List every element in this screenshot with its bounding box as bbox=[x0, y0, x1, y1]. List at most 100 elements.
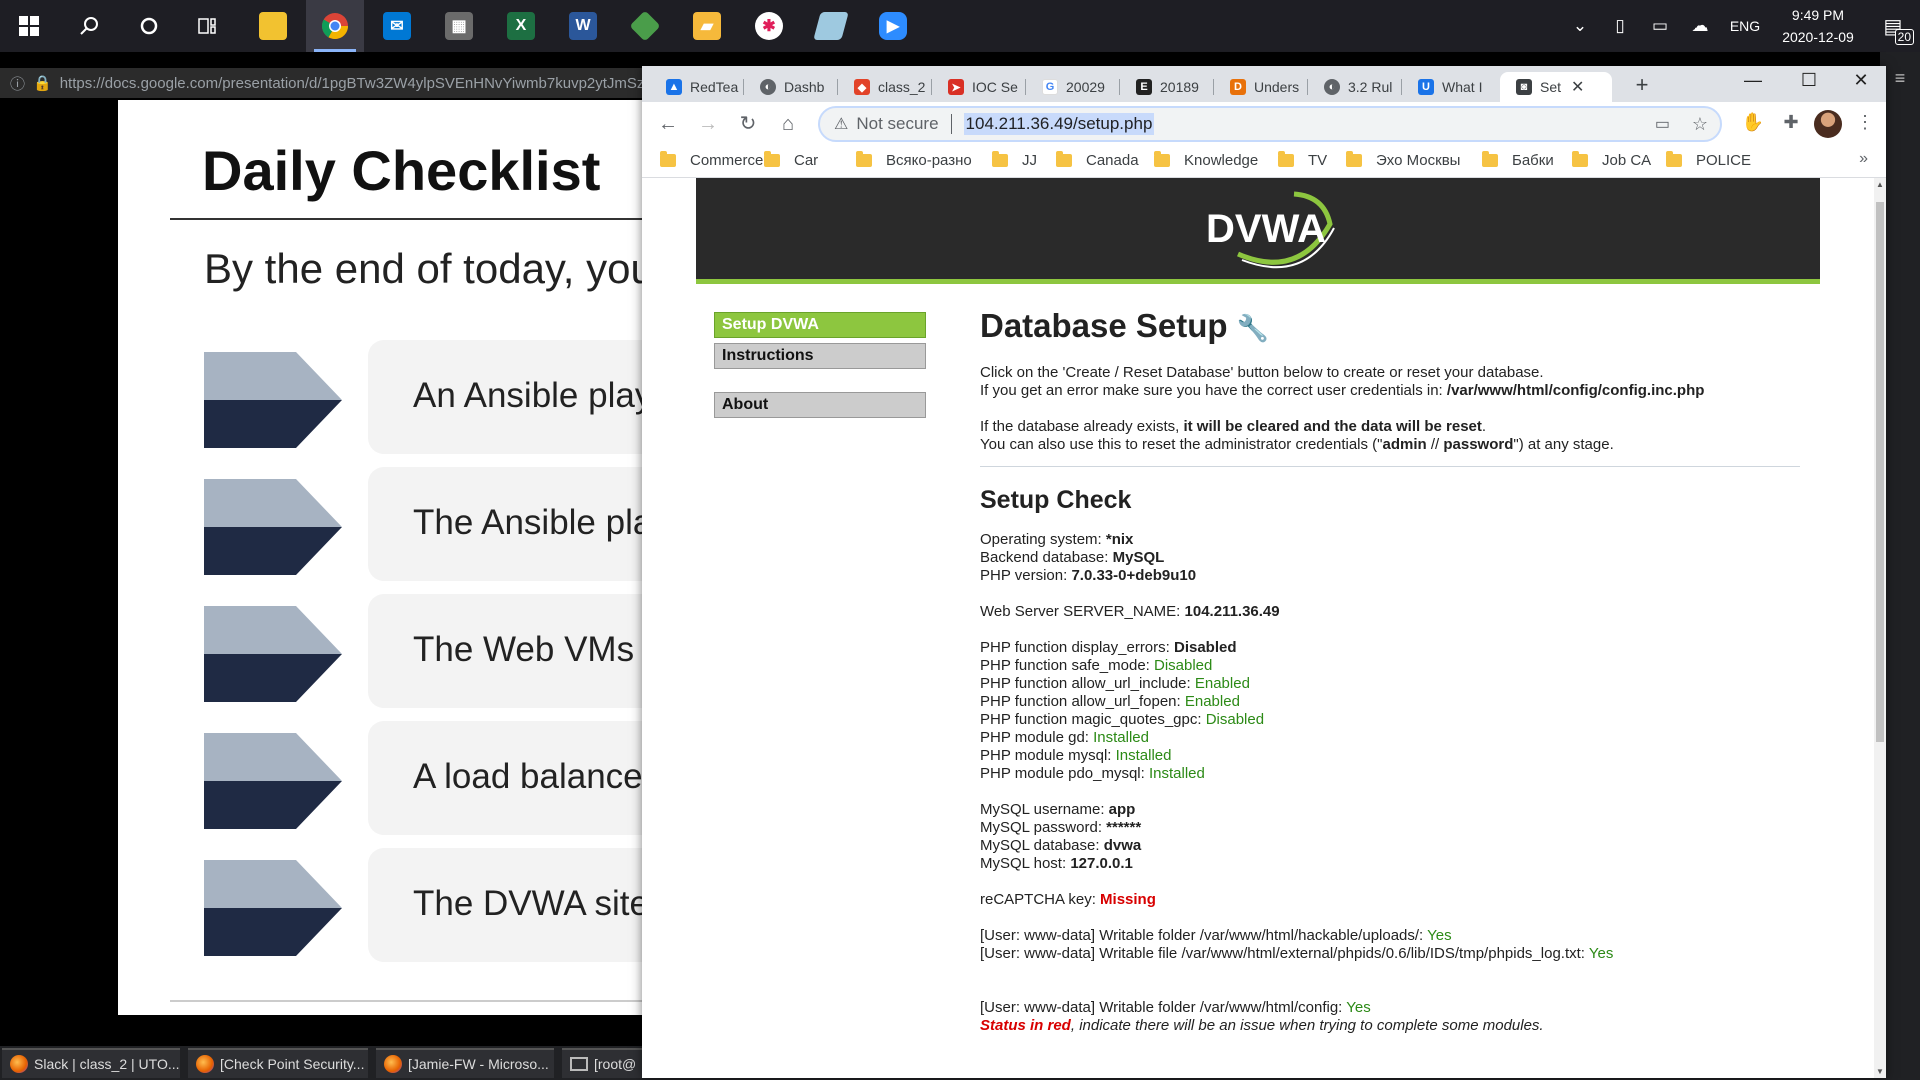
menu-about[interactable]: About bbox=[714, 392, 926, 418]
battery-icon[interactable]: ▭ bbox=[1640, 16, 1680, 36]
bookmark-star-icon[interactable]: ☆ bbox=[1692, 114, 1708, 135]
warning-icon: ⚠ bbox=[834, 116, 849, 133]
menu-icon[interactable]: ≡ bbox=[1880, 68, 1920, 89]
calculator-button[interactable]: ▦ bbox=[430, 0, 488, 52]
address-bar[interactable]: ⚠ Not secure 104.211.36.49/setup.php ▭ ☆ bbox=[818, 106, 1722, 142]
tab-ioc-search[interactable]: ➤ IOC Se bbox=[932, 72, 1026, 102]
notes-app-button[interactable] bbox=[802, 0, 860, 52]
url-text[interactable]: 104.211.36.49/setup.php bbox=[963, 113, 1155, 135]
tab-understand[interactable]: D Unders bbox=[1214, 72, 1308, 102]
chevron-arrow-icon bbox=[204, 860, 342, 956]
bookmark-police[interactable]: POLICE bbox=[1666, 151, 1751, 169]
os-line: Operating system: *nix bbox=[980, 531, 1134, 548]
notification-center-button[interactable]: ▤ 20 bbox=[1866, 14, 1920, 45]
zoom-button[interactable]: ▶ bbox=[864, 0, 922, 52]
menu-instructions[interactable]: Instructions bbox=[714, 343, 926, 369]
search-icon bbox=[80, 17, 98, 35]
bookmark-echo-moskvy[interactable]: Эхо Москвы bbox=[1346, 151, 1460, 169]
git-button[interactable] bbox=[616, 0, 674, 52]
reload-icon[interactable]: ↻ bbox=[734, 110, 762, 138]
bookmarks-overflow-button[interactable]: » bbox=[1859, 150, 1868, 168]
cloud-icon[interactable]: ☁ bbox=[1680, 16, 1720, 36]
search-button[interactable] bbox=[60, 0, 118, 52]
taskbar-window-terminal[interactable]: [root@ bbox=[562, 1048, 642, 1078]
page-scrollbar[interactable]: ▲ ▼ bbox=[1874, 178, 1886, 1078]
chevron-up-icon[interactable]: ⌄ bbox=[1560, 16, 1600, 36]
php-check-row: PHP function allow_url_include: Enabled bbox=[980, 675, 1250, 692]
excel-button[interactable]: X bbox=[492, 0, 550, 52]
scroll-down-icon[interactable]: ▼ bbox=[1874, 1067, 1886, 1076]
tab-what-is[interactable]: U What I bbox=[1402, 72, 1496, 102]
tab-google[interactable]: G 20029 bbox=[1026, 72, 1120, 102]
scroll-up-icon[interactable]: ▲ bbox=[1874, 180, 1886, 189]
new-tab-button[interactable]: + bbox=[1627, 72, 1657, 98]
bookmark-misc[interactable]: Всяко-разно bbox=[856, 151, 972, 169]
slides-url: https://docs.google.com/presentation/d/1… bbox=[59, 74, 645, 92]
tab-rules[interactable]: ◐ 3.2 Rul bbox=[1308, 72, 1402, 102]
bookmark-car[interactable]: Car bbox=[764, 151, 818, 169]
tab-dashboard[interactable]: ◐ Dashb bbox=[744, 72, 838, 102]
task-view-icon bbox=[198, 18, 216, 34]
php-check-row: PHP function display_errors: Disabled bbox=[980, 639, 1237, 656]
checklist-item: The Ansible play bbox=[368, 467, 648, 581]
back-arrow-icon[interactable]: ← bbox=[654, 110, 682, 138]
file-explorer-button[interactable] bbox=[244, 0, 302, 52]
bookmark-knowledge[interactable]: Knowledge bbox=[1154, 151, 1258, 169]
sticky-app-button[interactable]: ▰ bbox=[678, 0, 736, 52]
mail-button[interactable]: ✉ bbox=[368, 0, 426, 52]
bookmark-jj[interactable]: JJ bbox=[992, 151, 1037, 169]
folder-icon bbox=[1056, 151, 1072, 167]
bookmark-babki[interactable]: Бабки bbox=[1482, 151, 1554, 169]
slide-subtitle: By the end of today, you bbox=[204, 245, 648, 292]
writable-config-line: [User: www-data] Writable folder /var/ww… bbox=[980, 999, 1371, 1016]
home-icon[interactable]: ⌂ bbox=[774, 110, 802, 138]
chevron-arrow-icon bbox=[204, 733, 342, 829]
google-favicon-icon: G bbox=[1042, 79, 1058, 95]
maximize-icon[interactable]: ☐ bbox=[1786, 70, 1832, 91]
tab-setup-active[interactable]: ◙ Set ✕ bbox=[1500, 72, 1612, 102]
dvwa-favicon-icon: ◙ bbox=[1516, 79, 1532, 95]
extensions-puzzle-icon[interactable]: ✚ bbox=[1778, 112, 1804, 133]
hand-extension-icon[interactable]: ✋ bbox=[1740, 112, 1766, 133]
profile-avatar[interactable] bbox=[1814, 110, 1842, 138]
close-window-icon[interactable]: ✕ bbox=[1838, 70, 1884, 91]
device-icon[interactable]: ▯ bbox=[1600, 16, 1640, 36]
taskbar-window-checkpoint[interactable]: [Check Point Security... bbox=[188, 1048, 368, 1078]
windows-start-button[interactable] bbox=[0, 0, 58, 52]
tab-class2[interactable]: ◆ class_2 bbox=[838, 72, 932, 102]
u-favicon-icon: U bbox=[1418, 79, 1434, 95]
folder-icon bbox=[1154, 151, 1170, 167]
dvwa-main: Database Setup 🔧 Click on the 'Create / … bbox=[980, 306, 1800, 1035]
forward-arrow-icon[interactable]: → bbox=[694, 110, 722, 138]
taskbar-window-slack[interactable]: Slack | class_2 | UTO... bbox=[2, 1048, 180, 1078]
bookmark-canada[interactable]: Canada bbox=[1056, 151, 1139, 169]
taskbar-window-jamie-fw[interactable]: [Jamie-FW - Microso... bbox=[376, 1048, 554, 1078]
tab-redteam[interactable]: ▲ RedTea bbox=[650, 72, 744, 102]
php-check-row: PHP function safe_mode: Disabled bbox=[980, 657, 1213, 674]
gitlab-favicon-icon: ◆ bbox=[854, 79, 870, 95]
more-menu-icon[interactable]: ⋮ bbox=[1852, 112, 1878, 133]
clock[interactable]: 9:49 PM 2020-12-09 bbox=[1770, 4, 1866, 48]
language-indicator[interactable]: ENG bbox=[1720, 18, 1770, 34]
bookmark-commerce[interactable]: Commerce bbox=[660, 151, 763, 169]
writable-uploads-line: [User: www-data] Writable folder /var/ww… bbox=[980, 927, 1452, 944]
chrome-icon bbox=[321, 13, 349, 40]
scrollbar-thumb[interactable] bbox=[1876, 202, 1884, 742]
close-tab-icon[interactable]: ✕ bbox=[1571, 77, 1584, 97]
folder-icon bbox=[1666, 151, 1682, 167]
slack-button[interactable]: ✱ bbox=[740, 0, 798, 52]
minimize-icon[interactable]: — bbox=[1730, 70, 1776, 91]
chrome-taskbar-button[interactable] bbox=[306, 0, 364, 52]
cast-icon[interactable]: ▭ bbox=[1655, 114, 1670, 134]
menu-setup-dvwa[interactable]: Setup DVWA bbox=[714, 312, 926, 338]
bookmark-tv[interactable]: TV bbox=[1278, 151, 1327, 169]
clock-date: 2020-12-09 bbox=[1782, 29, 1854, 45]
php-check-row: PHP module pdo_mysql: Installed bbox=[980, 765, 1205, 782]
mysql-row: MySQL username: app bbox=[980, 801, 1136, 818]
slides-address-bar[interactable]: ⓘ 🔒 https://docs.google.com/presentation… bbox=[0, 68, 650, 98]
task-view-button[interactable] bbox=[180, 0, 238, 52]
tab-ei[interactable]: E 20189 bbox=[1120, 72, 1214, 102]
cortana-button[interactable] bbox=[120, 0, 178, 52]
bookmark-job-ca[interactable]: Job CA bbox=[1572, 151, 1651, 169]
word-button[interactable]: W bbox=[554, 0, 612, 52]
